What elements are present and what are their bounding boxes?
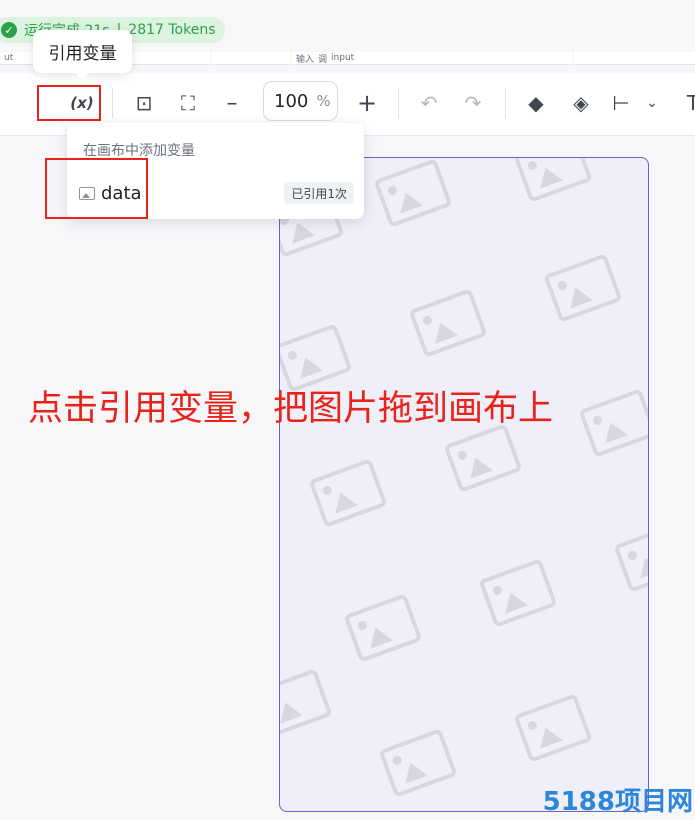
image-placeholder-icon <box>373 158 453 228</box>
image-placeholder-icon <box>543 253 623 323</box>
image-placeholder-icon <box>280 668 333 738</box>
image-placeholder-icon <box>308 458 388 528</box>
undo-icon[interactable]: ↶ <box>413 87 445 119</box>
image-placeholder-icon <box>378 728 458 798</box>
image-placeholder-icon <box>408 288 488 358</box>
image-placeholder-icon <box>513 693 593 763</box>
layers-icon[interactable]: ◈ <box>565 87 597 119</box>
align-icon[interactable]: ⊢ <box>610 87 632 119</box>
node-input-fragment-mid: 输入 调 input <box>292 52 572 65</box>
image-placeholder-icon <box>443 423 523 493</box>
text-tool-icon[interactable]: T <box>683 87 695 119</box>
zoom-out-button[interactable]: – <box>216 87 248 119</box>
image-placeholder-icon <box>478 558 558 628</box>
site-watermark: 5188项目网 <box>542 787 693 817</box>
node-input-fragment-blank <box>212 52 290 65</box>
chevron-down-icon[interactable]: ⌄ <box>644 87 660 119</box>
add-frame-icon[interactable]: ⊡ <box>128 87 160 119</box>
bring-forward-icon[interactable]: ◆ <box>520 87 552 119</box>
reference-variable-tooltip: 引用变量 <box>33 30 132 80</box>
image-placeholder-icon <box>613 523 648 593</box>
toolbar-divider <box>398 88 399 118</box>
toolbar-divider <box>505 88 506 118</box>
instruction-annotation: 点击引用变量，把图片拖到画布上 <box>28 389 554 429</box>
token-count: 2817 Tokens <box>128 22 216 38</box>
highlight-variable-item <box>45 158 148 219</box>
zoom-input[interactable]: 100 % <box>263 81 338 121</box>
node-input-fragment-right <box>574 52 695 65</box>
reference-count-badge: 已引用1次 <box>284 182 354 204</box>
highlight-variable-button <box>37 85 101 121</box>
image-placeholder-icon <box>513 158 593 203</box>
redo-icon[interactable]: ↷ <box>457 87 489 119</box>
image-placeholder-icon <box>343 593 423 663</box>
image-placeholder-icon <box>578 388 648 458</box>
zoom-in-button[interactable]: + <box>351 87 383 119</box>
check-circle-icon: ✓ <box>1 22 17 38</box>
zoom-value: 100 <box>274 90 309 112</box>
zoom-unit: % <box>316 92 331 110</box>
dropdown-header: 在画布中添加变量 <box>83 143 195 159</box>
canvas-board[interactable] <box>279 157 649 812</box>
toolbar-divider <box>112 88 113 118</box>
fit-view-icon[interactable]: ⛶ <box>172 87 204 119</box>
